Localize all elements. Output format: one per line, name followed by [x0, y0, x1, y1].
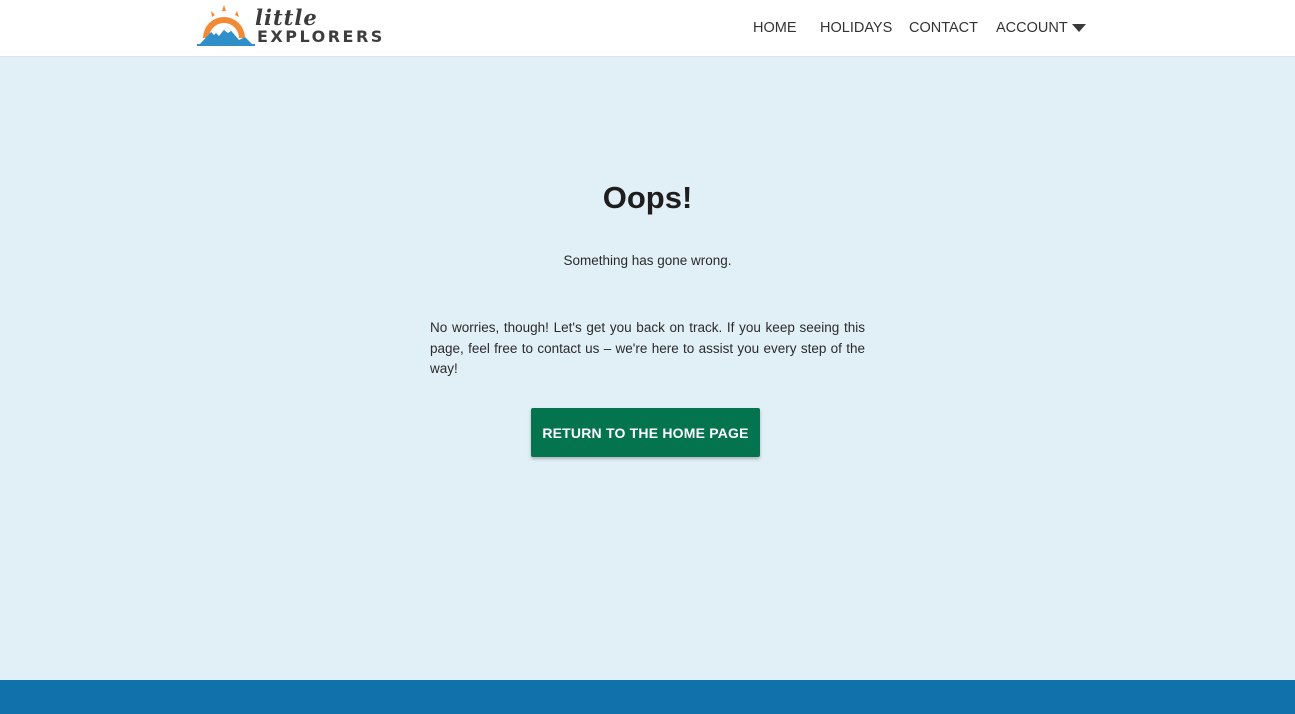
nav-account[interactable]: ACCOUNT — [996, 19, 1068, 37]
nav-holidays[interactable]: HOLIDAYS — [820, 19, 892, 37]
error-content: Oops! Something has gone wrong. No worri… — [0, 57, 1295, 680]
caret-down-icon[interactable] — [1072, 24, 1086, 33]
nav-home[interactable]: HOME — [753, 19, 797, 37]
logo-text-explorers: EXPLORERS — [257, 27, 385, 46]
site-header: little EXPLORERS HOME HOLIDAYS CONTACT A… — [0, 0, 1295, 57]
site-logo[interactable]: little EXPLORERS — [197, 4, 382, 48]
site-footer — [0, 680, 1295, 714]
error-subtitle: Something has gone wrong. — [563, 253, 732, 268]
page-title: Oops! — [602, 180, 693, 215]
error-message: No worries, though! Let's get you back o… — [430, 320, 865, 376]
logo-sun-mountain-icon — [197, 5, 255, 46]
return-home-button[interactable]: RETURN TO THE HOME PAGE — [531, 408, 760, 457]
nav-contact[interactable]: CONTACT — [909, 19, 978, 37]
